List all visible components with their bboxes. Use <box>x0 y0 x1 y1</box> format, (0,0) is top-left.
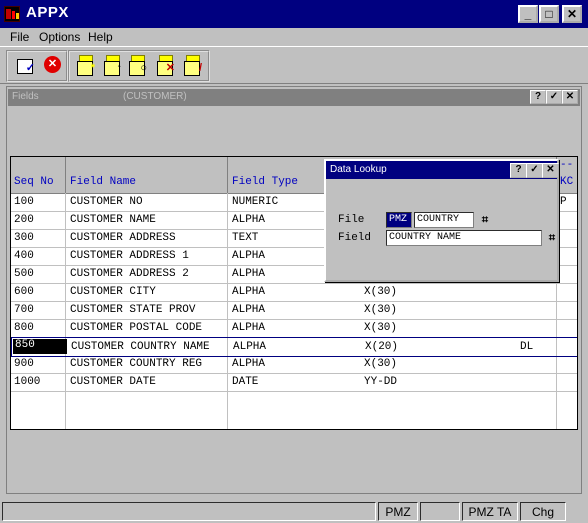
lookup-field-field[interactable]: COUNTRY NAME <box>386 230 542 246</box>
header-seq-no[interactable]: Seq No <box>14 176 54 188</box>
table-row[interactable]: 850 CUSTOMER COUNTRY NAME ALPHA X(20) DL <box>11 337 577 357</box>
status-panel-app: PMZ <box>378 502 418 521</box>
cell-field-type[interactable]: ALPHA <box>232 268 265 280</box>
cell-field-name[interactable]: CUSTOMER NAME <box>70 214 156 226</box>
cell-field-format[interactable]: X(30) <box>364 286 397 298</box>
cell-seq-no[interactable]: 1000 <box>14 376 40 388</box>
cell-field-name[interactable]: CUSTOMER ADDRESS 2 <box>70 268 189 280</box>
cell-field-name[interactable]: CUSTOMER ADDRESS <box>70 232 176 244</box>
search-folder-icon[interactable]: ○ <box>127 55 147 76</box>
toolbar: ✓ ✕ * ↑ ○ ✕ / <box>0 46 588 84</box>
cell-seq-no[interactable]: 800 <box>14 322 34 334</box>
table-row[interactable]: 700 CUSTOMER STATE PROV ALPHA X(30) <box>11 301 577 320</box>
close-button[interactable]: ✕ <box>562 5 582 23</box>
table-row[interactable]: 900 CUSTOMER COUNTRY REG ALPHA X(30) <box>11 355 577 374</box>
lookup-help-button[interactable]: ? <box>510 163 527 178</box>
fields-window-title-bar: Fields (CUSTOMER) ? ✓ ✕ <box>8 89 580 106</box>
cell-field-name[interactable]: CUSTOMER ADDRESS 1 <box>70 250 189 262</box>
lookup-title: Data Lookup <box>330 164 387 175</box>
cell-field-extra[interactable]: DL <box>520 341 533 353</box>
cell-field-type[interactable]: ALPHA <box>233 341 266 353</box>
cell-field-type[interactable]: ALPHA <box>232 214 265 226</box>
fields-window-title: Fields <box>12 91 39 102</box>
cell-field-type[interactable]: ALPHA <box>232 322 265 334</box>
fields-close-button[interactable]: ✕ <box>562 90 578 104</box>
status-panel-blank <box>420 502 460 521</box>
minimize-button[interactable]: _ <box>518 5 538 23</box>
header-field-name[interactable]: Field Name <box>70 176 136 188</box>
cell-seq-no[interactable]: 900 <box>14 358 34 370</box>
table-row[interactable]: 600 CUSTOMER CITY ALPHA X(30) <box>11 283 577 302</box>
lookup-field-label: Field <box>338 232 372 244</box>
cell-field-type[interactable]: NUMERIC <box>232 196 278 208</box>
fields-ok-button[interactable]: ✓ <box>546 90 562 104</box>
cell-field-type[interactable]: ALPHA <box>232 286 265 298</box>
cell-field-format[interactable]: X(20) <box>365 341 398 353</box>
cell-field-name[interactable]: CUSTOMER STATE PROV <box>70 304 195 316</box>
status-panel-mode: Chg <box>520 502 566 521</box>
cell-field-name[interactable]: CUSTOMER POSTAL CODE <box>70 322 202 334</box>
status-panel-app-ta: PMZ TA <box>462 502 518 521</box>
table-row[interactable]: 1000 CUSTOMER DATE DATE YY-DD <box>11 373 577 392</box>
menu-help[interactable]: Help <box>88 30 113 44</box>
fields-window-subtitle: (CUSTOMER) <box>123 91 187 102</box>
cell-field-name[interactable]: CUSTOMER DATE <box>70 376 156 388</box>
maximize-button[interactable]: □ <box>539 5 559 23</box>
cell-field-name[interactable]: CUSTOMER COUNTRY REG <box>70 358 202 370</box>
cancel-icon[interactable]: ✕ <box>43 55 63 75</box>
new-folder-icon[interactable]: * <box>75 55 95 76</box>
binoculars-icon[interactable]: ⌗ <box>478 213 492 227</box>
delete-folder-icon[interactable]: ✕ <box>155 55 175 76</box>
lookup-close-button[interactable]: ✕ <box>542 163 559 178</box>
cell-field-name[interactable]: CUSTOMER NO <box>70 196 143 208</box>
header-field-type[interactable]: Field Type <box>232 176 298 188</box>
menu-bar: File Options Help <box>0 28 588 46</box>
binoculars-icon[interactable]: ⌗ <box>545 231 559 245</box>
lookup-file-label: File <box>338 214 365 226</box>
menu-options[interactable]: Options <box>39 30 80 44</box>
cell-seq-no[interactable]: 600 <box>14 286 34 298</box>
cell-field-format[interactable]: X(30) <box>364 322 397 334</box>
appx-logo-icon <box>4 6 20 22</box>
lookup-title-bar: Data Lookup ? ✓ ✕ <box>326 161 559 179</box>
fields-help-button[interactable]: ? <box>530 90 546 104</box>
cell-kc[interactable]: P <box>560 196 567 208</box>
cell-field-name[interactable]: CUSTOMER COUNTRY NAME <box>71 341 210 353</box>
status-panel-message <box>2 502 376 521</box>
data-lookup-dialog: Data Lookup ? ✓ ✕ File PMZ COUNTRY ⌗ Fie… <box>324 159 559 282</box>
cell-field-type[interactable]: DATE <box>232 376 258 388</box>
title-bar: APPX _ □ ✕ <box>0 0 588 28</box>
window-title: APPX <box>26 4 69 21</box>
cell-seq-no[interactable]: 500 <box>14 268 34 280</box>
status-bar: PMZ PMZ TA Chg <box>0 500 588 523</box>
cell-seq-no[interactable]: 100 <box>14 196 34 208</box>
menu-file[interactable]: File <box>10 30 29 44</box>
table-row[interactable]: 800 CUSTOMER POSTAL CODE ALPHA X(30) <box>11 319 577 338</box>
check-doc-icon[interactable]: ✓ <box>15 55 35 75</box>
cell-field-type[interactable]: TEXT <box>232 232 258 244</box>
cell-field-format[interactable]: X(30) <box>364 358 397 370</box>
cell-seq-no[interactable]: 300 <box>14 232 34 244</box>
lookup-file-app-field[interactable]: PMZ <box>386 212 412 228</box>
cell-field-type[interactable]: ALPHA <box>232 358 265 370</box>
edit-folder-icon[interactable]: / <box>182 55 202 76</box>
cell-field-name[interactable]: CUSTOMER CITY <box>70 286 156 298</box>
cell-seq-no[interactable]: 700 <box>14 304 34 316</box>
header-right-dashes: -- <box>560 159 574 171</box>
cell-seq-no[interactable]: 200 <box>14 214 34 226</box>
cell-field-type[interactable]: ALPHA <box>232 250 265 262</box>
cell-field-format[interactable]: X(30) <box>364 304 397 316</box>
cell-field-format[interactable]: YY-DD <box>364 376 397 388</box>
cell-seq-no[interactable]: 850 <box>13 339 67 354</box>
lookup-file-field[interactable]: COUNTRY <box>414 212 474 228</box>
lookup-ok-button[interactable]: ✓ <box>526 163 543 178</box>
cell-seq-no[interactable]: 400 <box>14 250 34 262</box>
open-folder-icon[interactable]: ↑ <box>102 55 122 76</box>
cell-field-type[interactable]: ALPHA <box>232 304 265 316</box>
header-kc[interactable]: KC <box>560 176 573 188</box>
